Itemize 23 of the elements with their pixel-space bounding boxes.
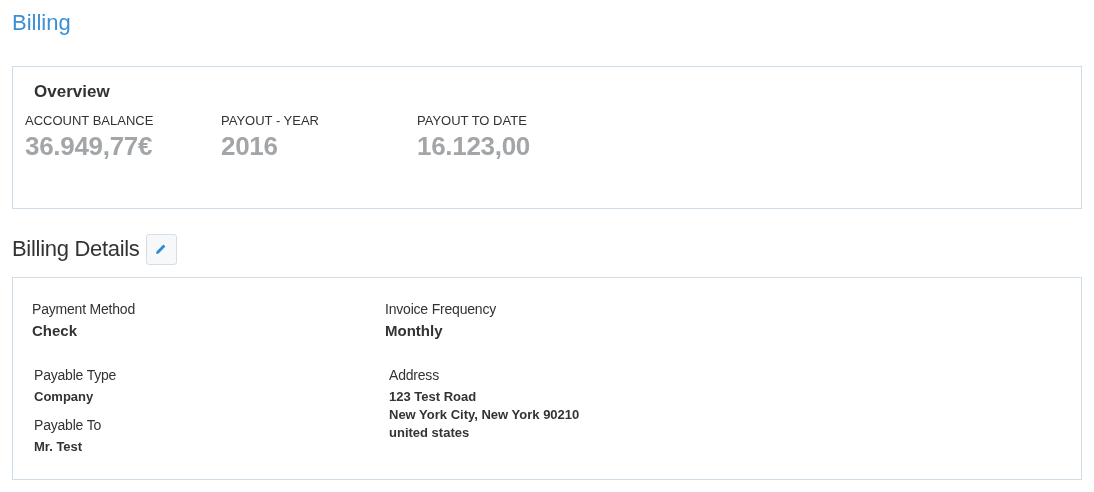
field-value: 123 Test Road bbox=[389, 388, 478, 406]
field-value: New York City, New York 90210 bbox=[389, 406, 581, 424]
field-value: Company bbox=[34, 388, 95, 406]
field-label: Address bbox=[389, 366, 440, 384]
stat-label: PAYOUT TO DATE bbox=[417, 112, 528, 130]
edit-button[interactable] bbox=[145, 233, 177, 265]
field-value: Monthly bbox=[385, 322, 444, 340]
panel-title: Overview bbox=[34, 81, 110, 103]
page-title: Billing bbox=[12, 9, 72, 37]
stat-label: ACCOUNT BALANCE bbox=[25, 112, 155, 130]
stat-value: 16.123,00 bbox=[417, 131, 531, 161]
field-label: Payment Method bbox=[32, 300, 137, 318]
field-label: Payable To bbox=[34, 416, 103, 434]
stat-value: 36.949,77€ bbox=[25, 131, 154, 161]
field-value: united states bbox=[389, 424, 471, 442]
stat-value: 2016 bbox=[221, 131, 279, 161]
section-title: Billing Details bbox=[12, 236, 140, 262]
pencil-icon bbox=[155, 243, 168, 255]
field-label: Invoice Frequency bbox=[385, 300, 497, 318]
field-label: Payable Type bbox=[34, 366, 118, 384]
stat-label: PAYOUT - YEAR bbox=[221, 112, 320, 130]
field-value: Check bbox=[32, 322, 79, 340]
field-value: Mr. Test bbox=[34, 438, 84, 456]
